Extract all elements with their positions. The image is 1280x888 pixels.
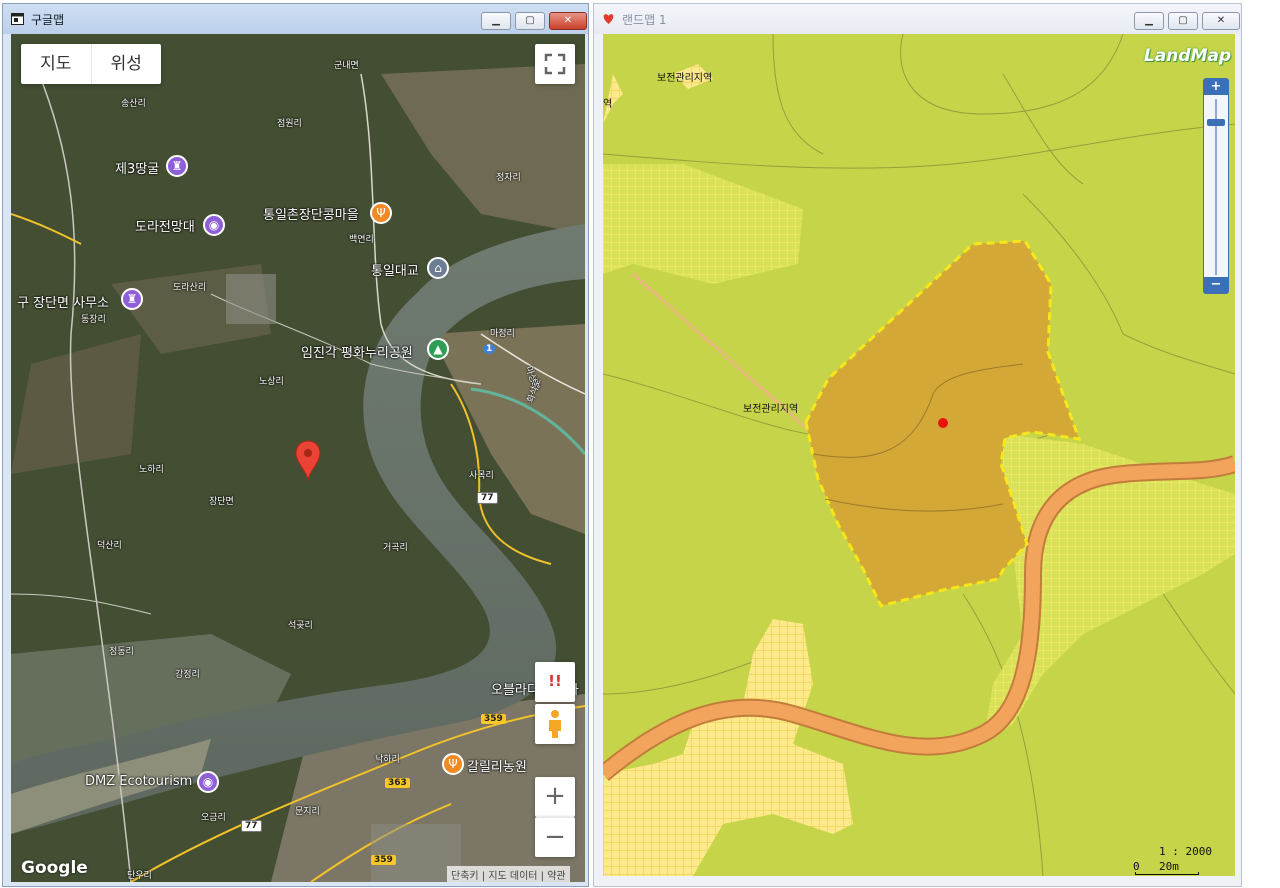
- zoom-handle[interactable]: [1207, 119, 1225, 126]
- landmap-titlebar[interactable]: 랜드맵 1 ▁ ▢ ✕: [594, 4, 1241, 34]
- poi-label[interactable]: 임진각 평화누리공원: [301, 342, 413, 361]
- maximize-button[interactable]: ▢: [515, 12, 545, 30]
- close-button[interactable]: ✕: [549, 12, 587, 30]
- poi-label[interactable]: 통일촌장단콩마을: [263, 204, 359, 223]
- route-shield: 359: [481, 714, 506, 724]
- location-pin-icon[interactable]: [294, 439, 322, 485]
- place-label: 마정리: [490, 329, 515, 339]
- route-shield: 363: [385, 778, 410, 788]
- landmap-zoning-layer: [603, 34, 1235, 876]
- place-label: 사목리: [469, 471, 494, 481]
- scale-bar: [1135, 872, 1199, 875]
- place-label: 강정리: [175, 670, 200, 680]
- place-label: 백연리: [349, 235, 374, 245]
- app-icon: [11, 13, 24, 25]
- zone-label: 보전관리지역: [743, 404, 799, 415]
- bridge-icon[interactable]: ⌂: [427, 257, 449, 279]
- place-label: 덕산리: [97, 541, 122, 551]
- place-label: 단우리: [127, 871, 152, 881]
- minimize-button[interactable]: ▁: [1134, 12, 1164, 30]
- street-view-button[interactable]: [535, 704, 575, 744]
- place-label: 오금리: [201, 813, 226, 823]
- fullscreen-icon: [544, 53, 566, 75]
- map-type-map-button[interactable]: 지도: [21, 44, 91, 84]
- map-attribution[interactable]: 단축키 | 지도 데이터 | 약관: [447, 866, 570, 882]
- minimize-button[interactable]: ▁: [481, 12, 511, 30]
- maximize-button[interactable]: ▢: [1168, 12, 1198, 30]
- poi-label[interactable]: 구 장단면 사무소: [17, 292, 109, 311]
- window-title: 랜드맵 1: [622, 13, 667, 27]
- close-button[interactable]: ✕: [1202, 12, 1240, 30]
- route-shield: 359: [371, 855, 396, 865]
- place-label: 정자리: [496, 173, 521, 183]
- landmap-logo: LandMap: [1144, 46, 1232, 66]
- google-map-titlebar[interactable]: 구글맵 ▁ ▢ ✕: [3, 4, 588, 34]
- zone-label: 역: [603, 99, 613, 110]
- camera-icon[interactable]: ◉: [203, 214, 225, 236]
- place-label: 군내면: [334, 61, 359, 71]
- alert-button[interactable]: !!: [535, 662, 575, 702]
- place-label: 노하리: [139, 465, 164, 475]
- place-label: 동장리: [81, 315, 106, 325]
- zoom-out-button[interactable]: −: [1204, 277, 1228, 293]
- place-label: 석곶리: [288, 621, 313, 631]
- zoom-out-button[interactable]: −: [535, 817, 575, 857]
- place-label: 노상리: [259, 377, 284, 387]
- park-icon[interactable]: ▲: [427, 338, 449, 360]
- camera-icon[interactable]: ◉: [197, 771, 219, 793]
- zoom-slider[interactable]: + −: [1203, 78, 1229, 294]
- window-title: 구글맵: [31, 13, 65, 27]
- poi-label[interactable]: 통일대교: [371, 260, 419, 279]
- place-label: 정동리: [109, 647, 134, 657]
- route-shield: 77: [477, 492, 498, 504]
- map-type-toggle: 지도 위성: [21, 44, 161, 84]
- place-label: 낙하리: [375, 755, 400, 765]
- poi-label[interactable]: 제3땅굴: [115, 158, 159, 177]
- poi-label[interactable]: 갈릴리농원: [467, 756, 527, 775]
- google-map-window: 구글맵 ▁ ▢ ✕ 지도 위성 군내면 송산리 점원리 정자리 백연리 도라산리…: [2, 3, 589, 887]
- restaurant-icon[interactable]: Ψ: [370, 202, 392, 224]
- pegman-icon: [549, 710, 561, 738]
- selected-point-marker: [938, 418, 948, 428]
- scale-ratio: 1 : 2000: [1159, 845, 1212, 858]
- route-shield: 77: [241, 820, 262, 832]
- restaurant-icon[interactable]: Ψ: [442, 753, 464, 775]
- place-label: 송산리: [121, 99, 146, 109]
- google-logo: Google: [21, 858, 88, 878]
- place-label: 도라산리: [173, 283, 207, 293]
- poi-label[interactable]: 도라전망대: [135, 216, 195, 235]
- place-label: 점원리: [277, 119, 302, 129]
- poi-label[interactable]: DMZ Ecotourism: [85, 774, 192, 789]
- place-label: 문지리: [295, 807, 320, 817]
- zoom-in-button[interactable]: +: [535, 777, 575, 817]
- landmap-app-icon: [603, 14, 614, 24]
- place-label: 장단면: [209, 497, 234, 507]
- fullscreen-button[interactable]: [535, 44, 575, 84]
- landmark-icon[interactable]: ♜: [166, 155, 188, 177]
- place-label: 거곡리: [383, 543, 408, 553]
- zoom-in-button[interactable]: +: [1204, 79, 1228, 95]
- zone-label: 보전관리지역: [657, 73, 713, 84]
- map-type-satellite-button[interactable]: 위성: [90, 44, 162, 84]
- satellite-map[interactable]: 지도 위성 군내면 송산리 점원리 정자리 백연리 도라산리 동장리 마정리 노…: [11, 34, 585, 882]
- landmark-icon[interactable]: ♜: [121, 288, 143, 310]
- landmap-view[interactable]: LandMap 보전관리지역 역 보전관리지역 + − 1 : 2000 0 2…: [603, 34, 1235, 876]
